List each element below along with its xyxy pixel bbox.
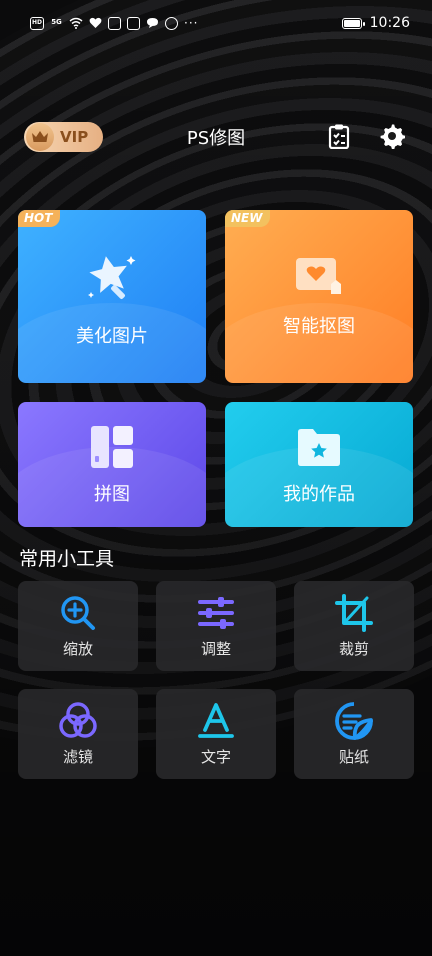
sticker-icon xyxy=(334,701,374,741)
new-badge: NEW xyxy=(225,210,271,227)
beautify-photo-label: 美化图片 xyxy=(76,326,148,347)
robot-icon xyxy=(108,16,121,30)
cam-icon xyxy=(127,16,140,30)
settings-gear-icon[interactable] xyxy=(378,122,406,150)
my-works-card[interactable]: 我的作品 xyxy=(225,402,413,527)
tool-filter-label: 滤镜 xyxy=(62,748,93,766)
app-title: PS修图 xyxy=(186,128,246,149)
tools-section-title: 常用小工具 xyxy=(19,548,115,570)
status-bar: HD 5G ··· 10:26 xyxy=(0,0,432,50)
tool-text[interactable]: 文字 xyxy=(156,689,276,779)
star-folder-icon xyxy=(296,426,342,472)
beautify-photo-card[interactable]: HOT 美化图片 xyxy=(18,210,206,383)
battery-icon xyxy=(341,17,365,29)
tool-zoom[interactable]: 缩放 xyxy=(18,581,138,671)
smart-cutout-label: 智能抠图 xyxy=(283,316,355,337)
tool-sticker-label: 贴纸 xyxy=(338,748,369,766)
tool-crop[interactable]: 裁剪 xyxy=(294,581,414,671)
chat-icon xyxy=(147,18,158,28)
zoom-in-icon xyxy=(58,593,98,633)
collage-grid-icon xyxy=(89,424,135,474)
heart-icon xyxy=(89,17,102,28)
shield-icon xyxy=(165,16,178,30)
more-indicator: ··· xyxy=(184,16,199,30)
clock: 10:26 xyxy=(369,15,410,31)
my-works-label: 我的作品 xyxy=(283,484,355,505)
collage-label: 拼图 xyxy=(94,484,130,505)
wifi-icon xyxy=(69,17,83,29)
hd-icon: HD xyxy=(30,16,44,30)
tool-filter[interactable]: 滤镜 xyxy=(18,689,138,779)
smart-cutout-card[interactable]: NEW 智能抠图 xyxy=(225,210,413,383)
tool-zoom-label: 缩放 xyxy=(62,640,93,658)
text-icon xyxy=(196,701,236,741)
heart-photo-icon xyxy=(293,254,345,306)
filter-icon xyxy=(58,701,98,741)
tool-adjust-label: 调整 xyxy=(200,640,231,658)
hot-badge: HOT xyxy=(18,210,61,227)
app-header: VIP PS修图 xyxy=(0,118,432,158)
sliders-icon xyxy=(196,593,236,633)
magic-star-wand-icon xyxy=(83,248,141,310)
tool-adjust[interactable]: 调整 xyxy=(156,581,276,671)
tool-crop-label: 裁剪 xyxy=(338,640,369,658)
tool-text-label: 文字 xyxy=(200,748,231,766)
crop-icon xyxy=(334,593,374,633)
tool-sticker[interactable]: 贴纸 xyxy=(294,689,414,779)
collage-card[interactable]: 拼图 xyxy=(18,402,206,527)
tasks-clipboard-icon[interactable] xyxy=(325,122,353,150)
signal-5g-icon: 5G xyxy=(51,17,62,26)
